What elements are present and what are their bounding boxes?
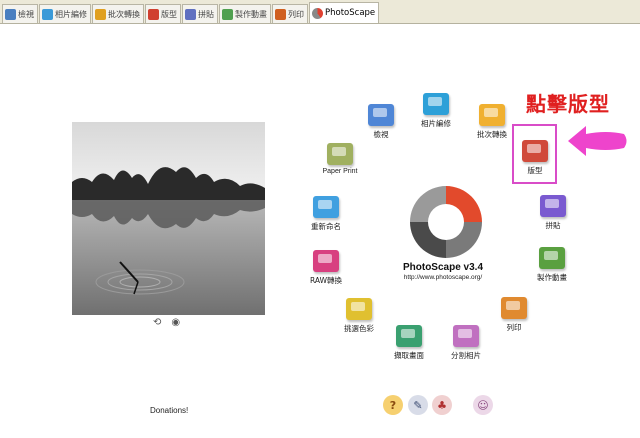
tool-label: 檢視	[373, 130, 389, 139]
tool-editor[interactable]: 相片編修	[411, 93, 461, 129]
editor-icon	[42, 8, 53, 20]
editor-icon	[423, 93, 449, 115]
tool-viewer[interactable]: 檢視	[356, 104, 406, 140]
tool-label: 重新命名	[311, 222, 341, 231]
rename-icon	[313, 196, 339, 218]
splitter-icon	[453, 325, 479, 347]
page-icon	[148, 8, 159, 20]
pointing-arrow-icon	[568, 126, 627, 156]
screen-capture-icon	[396, 325, 422, 347]
tab-editor[interactable]: 相片編修	[39, 4, 91, 23]
tool-label: 相片編修	[421, 119, 451, 128]
gif-icon	[222, 8, 233, 20]
batch-icon	[479, 104, 505, 126]
tool-combine[interactable]: 拼貼	[528, 195, 578, 231]
tool-label: RAW轉換	[309, 276, 343, 285]
tool-label: 挑選色彩	[344, 324, 374, 333]
help-icon[interactable]: ?	[383, 395, 403, 415]
batch-icon	[95, 8, 106, 20]
tab-label: 製作動畫	[235, 9, 267, 19]
highlight-box	[512, 124, 557, 184]
tool-screen-capture[interactable]: 擷取畫面	[384, 325, 434, 361]
people-icon[interactable]: ♣	[432, 395, 452, 415]
donations-link[interactable]: Donations!	[150, 406, 188, 415]
tab-label: 列印	[288, 9, 304, 19]
tool-gif[interactable]: 製作動畫	[527, 247, 577, 283]
tab-label: 版型	[161, 9, 177, 19]
photo-preview	[72, 122, 265, 315]
tool-raw-converter[interactable]: RAW轉換	[301, 250, 351, 286]
tools-icon[interactable]: ✎	[408, 395, 428, 415]
tool-label: 製作動畫	[537, 273, 567, 282]
tab-bar: 檢視 相片編修 批次轉換 版型 拼貼 製作動畫 列印 PhotoScape	[0, 0, 640, 24]
tool-paper-print[interactable]: Paper Print	[315, 143, 365, 175]
tool-batch[interactable]: 批次轉換	[467, 104, 517, 140]
tab-label: 檢視	[18, 9, 34, 19]
tool-splitter[interactable]: 分割相片	[441, 325, 491, 361]
print-icon	[501, 297, 527, 319]
tab-combine[interactable]: 拼貼	[182, 4, 218, 23]
tab-page[interactable]: 版型	[145, 4, 181, 23]
tool-color-picker[interactable]: 挑選色彩	[334, 298, 384, 334]
tab-label: 拼貼	[198, 9, 214, 19]
tool-label: 擷取畫面	[394, 351, 424, 360]
tool-rename[interactable]: 重新命名	[301, 196, 351, 232]
combine-icon	[540, 195, 566, 217]
print-icon	[275, 8, 286, 20]
tool-label: 批次轉換	[477, 130, 507, 139]
paper-print-icon	[327, 143, 353, 165]
viewer-icon	[5, 8, 16, 20]
viewer-icon	[368, 104, 394, 126]
eye-icon[interactable]: ◉	[171, 318, 180, 328]
tab-viewer[interactable]: 檢視	[2, 4, 38, 23]
photoscape-icon	[312, 7, 323, 19]
tool-label: Paper Print	[322, 168, 358, 175]
tool-label: 列印	[506, 323, 522, 332]
rotate-icon[interactable]: ⟲	[153, 318, 161, 328]
tab-label: PhotoScape	[325, 8, 376, 18]
tab-batch[interactable]: 批次轉換	[92, 4, 144, 23]
app-url[interactable]: http://www.photoscape.org/	[386, 274, 500, 281]
tool-label: 分割相片	[451, 351, 481, 360]
tab-gif[interactable]: 製作動畫	[219, 4, 271, 23]
photo-tools: ⟲ ◉	[153, 318, 180, 328]
app-title: PhotoScape v3.4	[402, 262, 484, 273]
raw-converter-icon	[313, 250, 339, 272]
tab-label: 批次轉換	[108, 9, 140, 19]
tab-label: 相片編修	[55, 9, 87, 19]
combine-icon	[185, 8, 196, 20]
gif-icon	[539, 247, 565, 269]
photoscape-logo-icon	[410, 186, 482, 258]
annotation-text: 點擊版型	[526, 92, 610, 116]
tab-print[interactable]: 列印	[272, 4, 308, 23]
about-icon[interactable]: ☺	[473, 395, 493, 415]
color-picker-icon	[346, 298, 372, 320]
tool-label: 拼貼	[545, 221, 561, 230]
tab-photoscape[interactable]: PhotoScape	[309, 2, 380, 23]
tool-print[interactable]: 列印	[489, 297, 539, 333]
